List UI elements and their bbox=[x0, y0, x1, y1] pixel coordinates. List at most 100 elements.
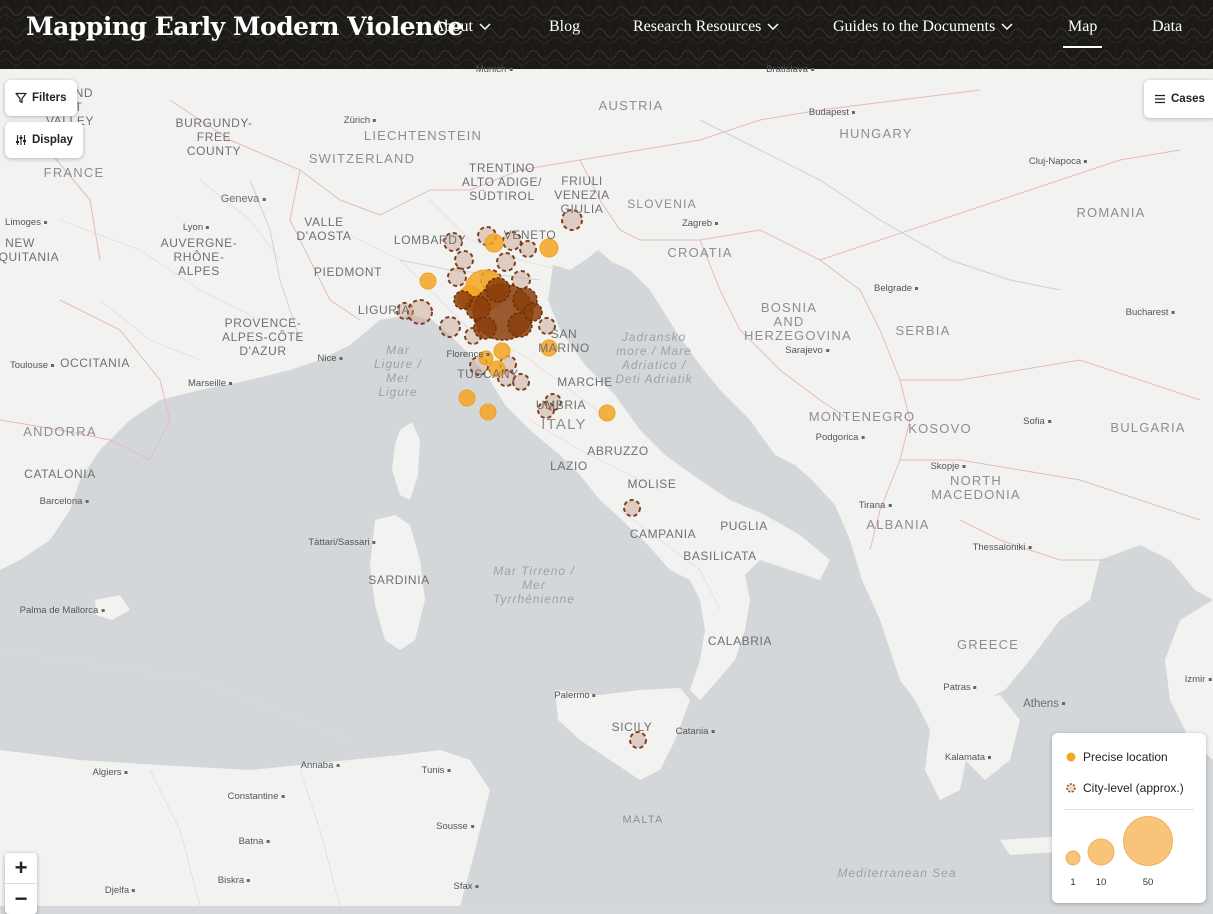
precise-marker[interactable] bbox=[484, 233, 504, 253]
city-algiers: Algiers bbox=[92, 766, 127, 780]
label-serbia: SERBIA bbox=[895, 323, 951, 338]
label-bulgaria: BULGARIA bbox=[1110, 420, 1186, 435]
city-sousse: Sousse bbox=[436, 820, 474, 834]
city-bratislava: Bratislava bbox=[766, 63, 814, 77]
city-barcelona: Barcelona bbox=[40, 495, 89, 509]
approx-marker[interactable] bbox=[447, 267, 467, 287]
chevron-down-icon bbox=[767, 23, 779, 31]
precise-marker[interactable] bbox=[458, 389, 476, 407]
nav-about-label: About bbox=[433, 18, 473, 35]
city-marseille: Marseille bbox=[188, 377, 232, 391]
label-friuli: FRIULI VENEZIA GIULIA bbox=[554, 174, 610, 216]
legend-precise-label: Precise location bbox=[1083, 750, 1168, 764]
label-abruzzo: ABRUZZO bbox=[587, 444, 649, 458]
nav-data[interactable]: Data bbox=[1152, 18, 1182, 36]
filters-button[interactable]: Filters bbox=[5, 80, 77, 116]
city-skopje: Skopje bbox=[930, 460, 965, 474]
precise-dot-icon bbox=[1066, 752, 1076, 762]
label-andorra: ANDORRA bbox=[23, 424, 97, 439]
nav-blog[interactable]: Blog bbox=[549, 18, 580, 36]
label-auvergne: AUVERGNE-RHÔNE-ALPES bbox=[160, 236, 238, 278]
city-bucharest: Bucharest bbox=[1126, 306, 1175, 320]
label-sardinia: SARDINIA bbox=[368, 573, 430, 587]
legend-size-50: 50 bbox=[1142, 877, 1154, 888]
label-adriatic-sea: Jadransko more / Mare Adriatico / Deti A… bbox=[615, 330, 693, 386]
display-button[interactable]: Display bbox=[5, 122, 83, 158]
approx-marker[interactable] bbox=[519, 240, 537, 258]
city-biskra: Biskra bbox=[218, 874, 250, 888]
label-albania: ALBANIA bbox=[866, 517, 930, 532]
label-croatia: CROATIA bbox=[667, 245, 733, 260]
chevron-down-icon bbox=[479, 23, 491, 31]
nav-about[interactable]: About bbox=[433, 18, 491, 36]
approx-marker[interactable] bbox=[623, 499, 641, 517]
city-toulouse: Toulouse bbox=[10, 359, 54, 373]
nav-guides[interactable]: Guides to the Documents bbox=[833, 18, 1013, 36]
label-greece: GREECE bbox=[956, 637, 1020, 652]
approx-marker[interactable] bbox=[407, 299, 433, 325]
label-valle-aosta: VALLE D'AOSTA bbox=[296, 215, 352, 243]
cluster-marker[interactable] bbox=[453, 290, 473, 310]
label-lombardy: LOMBARDY bbox=[393, 233, 467, 247]
label-provence: PROVENCE-ALPES-CÔTE D'AZUR bbox=[221, 316, 305, 358]
zoom-out-button[interactable]: − bbox=[5, 883, 37, 914]
cases-label: Cases bbox=[1171, 93, 1205, 105]
precise-marker[interactable] bbox=[493, 342, 511, 360]
city-florence: Florence bbox=[447, 348, 490, 362]
label-bosnia: BOSNIA AND HERZEGOVINA bbox=[744, 300, 852, 343]
city-thessaloniki: Thessaloniki bbox=[973, 541, 1032, 555]
city-sassari: Tàttari/Sassari bbox=[308, 536, 375, 550]
nav-research-resources[interactable]: Research Resources bbox=[633, 18, 779, 36]
size-circle-50 bbox=[1123, 816, 1173, 866]
size-circle-1 bbox=[1065, 850, 1081, 866]
city-tunis: Tunis bbox=[422, 764, 451, 778]
city-zagreb: Zagreb bbox=[682, 217, 718, 231]
site-title[interactable]: Mapping Early Modern Violence bbox=[26, 12, 463, 41]
legend-approx-label: City-level (approx.) bbox=[1083, 781, 1184, 795]
city-batna: Batna bbox=[239, 835, 270, 849]
city-kalamata: Kalamata bbox=[945, 751, 991, 765]
label-slovenia: SLOVENIA bbox=[627, 197, 697, 211]
cluster-marker[interactable] bbox=[523, 302, 543, 322]
cluster-marker[interactable] bbox=[485, 277, 511, 303]
cluster-marker[interactable] bbox=[473, 316, 497, 340]
label-calabria: CALABRIA bbox=[707, 634, 773, 648]
city-cluj: Cluj-Napoca bbox=[1029, 155, 1087, 169]
label-new-aquitania: NEW AQUITANIA bbox=[0, 236, 60, 264]
city-geneva: Geneva bbox=[221, 192, 266, 206]
label-liechtenstein: LIECHTENSTEIN bbox=[363, 128, 483, 143]
legend-size-1: 1 bbox=[1070, 877, 1076, 888]
label-austria: AUSTRIA bbox=[598, 98, 664, 113]
city-limoges: Limoges bbox=[5, 216, 47, 230]
cases-button[interactable]: Cases bbox=[1144, 80, 1213, 118]
city-palermo: Palermo bbox=[554, 689, 595, 703]
precise-marker[interactable] bbox=[598, 404, 616, 422]
site-header: Mapping Early Modern Violence About Blog… bbox=[0, 0, 1213, 69]
approx-marker[interactable] bbox=[439, 316, 461, 338]
city-izmir: Izmir bbox=[1185, 673, 1212, 687]
label-ligurian-sea: Mar Ligure / Mer Ligure bbox=[373, 343, 423, 399]
label-mediterranean-sea: Mediterranean Sea bbox=[837, 866, 957, 880]
approx-marker[interactable] bbox=[454, 250, 474, 270]
label-veneto: VENETO bbox=[503, 228, 557, 242]
map-canvas[interactable]: FRANCE AUSTRIA HUNGARY SWITZERLAND LIECH… bbox=[0, 64, 1213, 906]
city-athens: Athens bbox=[1023, 697, 1065, 711]
city-annaba: Annaba bbox=[301, 759, 340, 773]
city-sofia: Sofia bbox=[1023, 415, 1051, 429]
zoom-in-button[interactable]: + bbox=[5, 853, 37, 883]
approx-marker[interactable] bbox=[629, 731, 647, 749]
city-djelfa: Djelfa bbox=[105, 884, 135, 898]
nav-map[interactable]: Map bbox=[1062, 18, 1103, 48]
label-molise: MOLISE bbox=[627, 477, 677, 491]
label-lazio: LAZIO bbox=[550, 459, 588, 473]
city-belgrade: Belgrade bbox=[874, 282, 918, 296]
legend-approx: City-level (approx.) bbox=[1066, 781, 1184, 795]
nav-guides-label: Guides to the Documents bbox=[833, 18, 996, 35]
precise-marker[interactable] bbox=[419, 272, 437, 290]
filter-icon bbox=[15, 92, 27, 104]
city-sfax: Sfax bbox=[453, 880, 478, 894]
precise-marker[interactable] bbox=[479, 403, 497, 421]
label-romania: ROMANIA bbox=[1076, 205, 1146, 220]
map-legend: Precise location City-level (approx.) 1 … bbox=[1052, 733, 1206, 903]
approx-marker[interactable] bbox=[496, 252, 516, 272]
